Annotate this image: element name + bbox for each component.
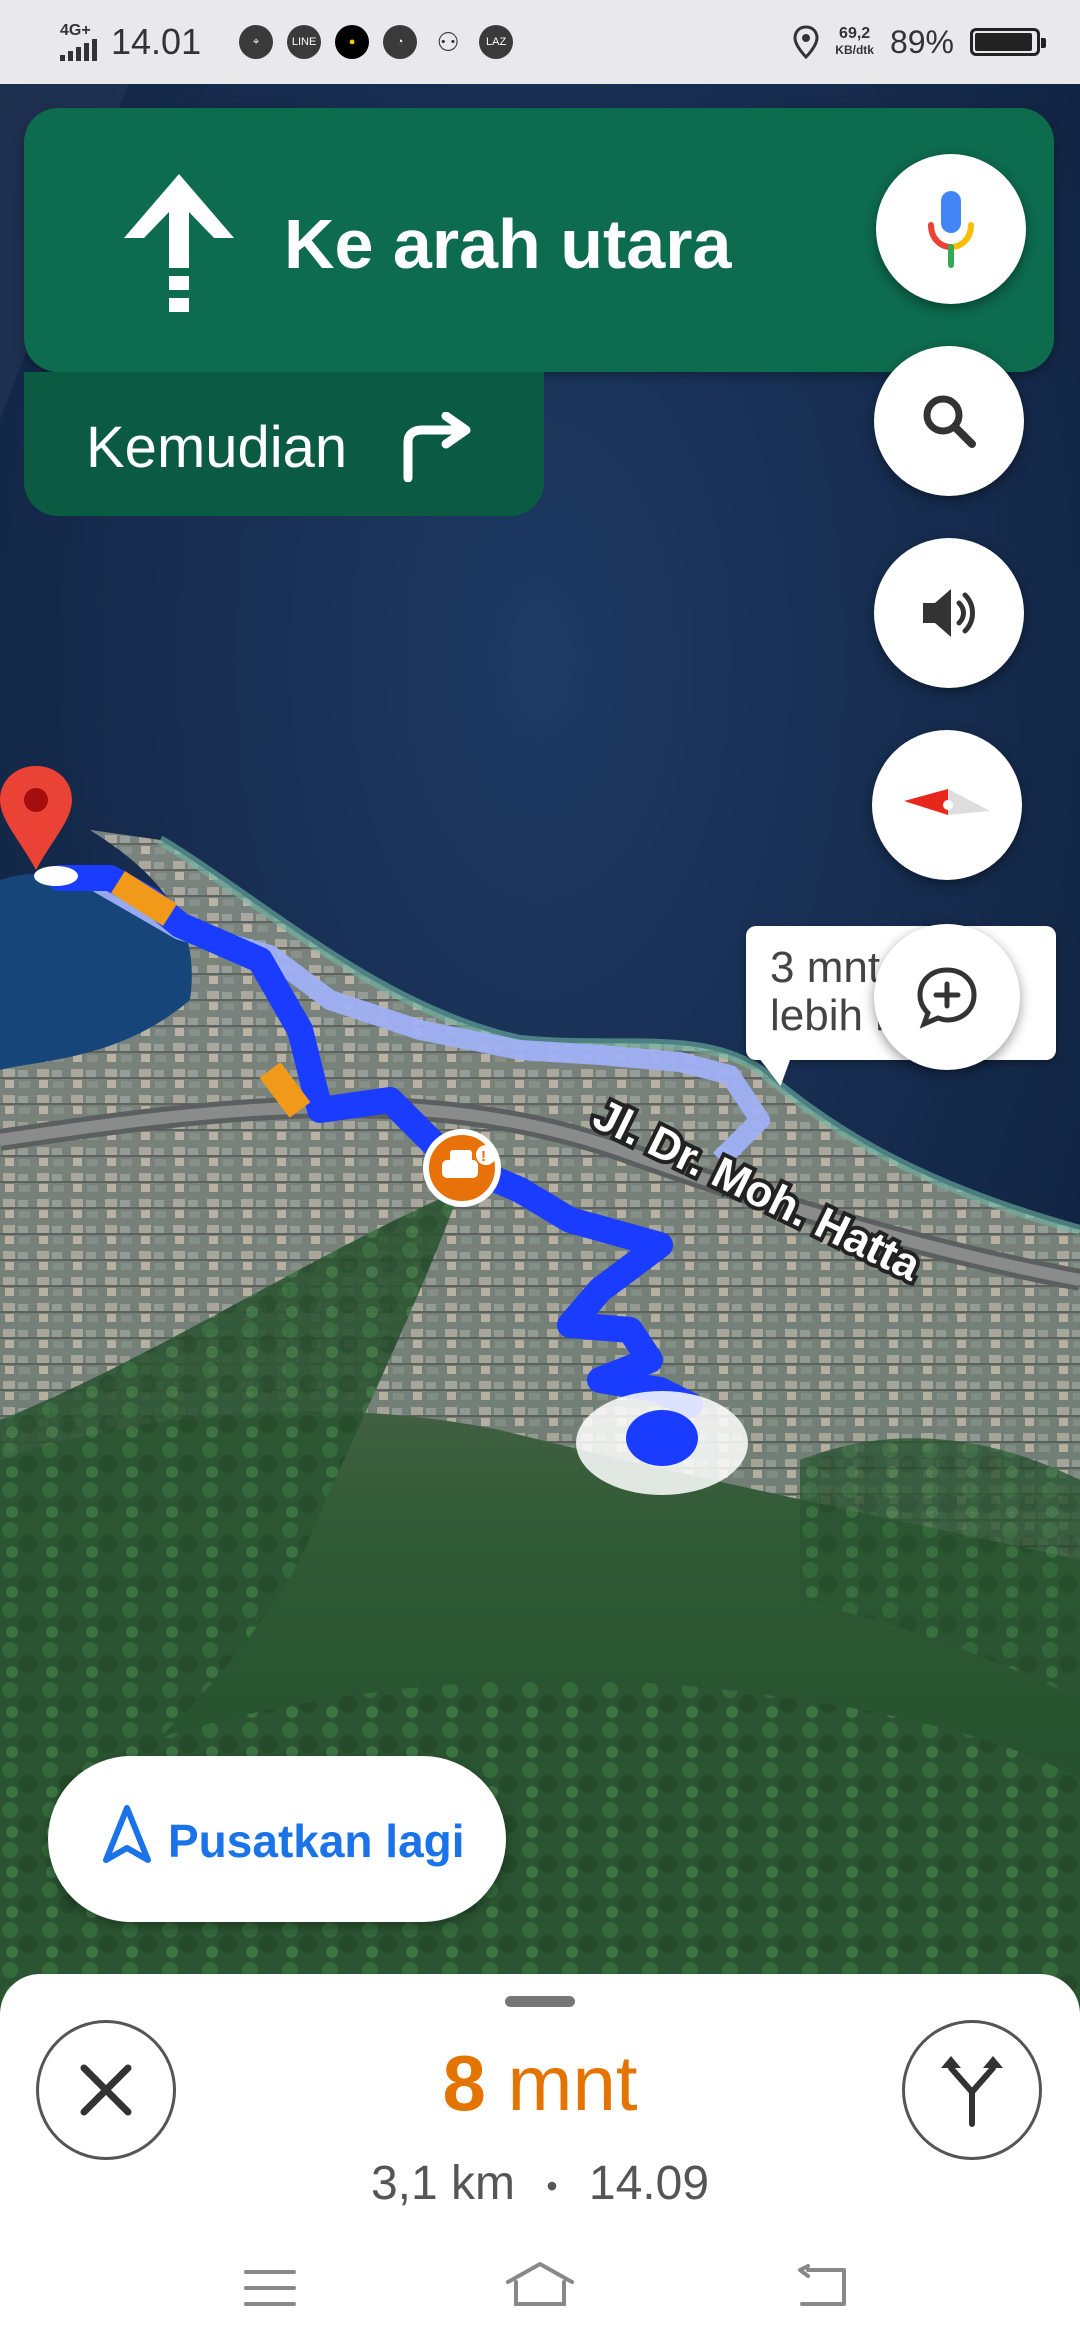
signal-indicator: 4G+ bbox=[60, 23, 97, 61]
search-button[interactable] bbox=[874, 346, 1024, 496]
alternate-routes-button[interactable] bbox=[902, 2020, 1042, 2160]
eta-unit: mnt bbox=[507, 2039, 638, 2127]
speaker-icon bbox=[923, 589, 975, 637]
location-pin-icon bbox=[793, 25, 819, 59]
recenter-label: Pusatkan lagi bbox=[168, 1815, 465, 1867]
navigation-arrow-icon bbox=[103, 1805, 151, 1863]
menu-icon[interactable] bbox=[244, 2268, 296, 2308]
home-icon[interactable] bbox=[504, 2260, 576, 2312]
battery-percent: 89% bbox=[889, 23, 954, 60]
back-icon[interactable] bbox=[794, 2264, 850, 2310]
system-navigation-bar bbox=[0, 2220, 1080, 2340]
svg-text:!: ! bbox=[481, 1148, 486, 1165]
turn-right-icon bbox=[403, 412, 471, 482]
instruction-text: Ke arah utara bbox=[284, 205, 732, 283]
eta-value: 8 bbox=[442, 2039, 486, 2127]
status-bar: 4G+ 14.01 ⌖ LINE ● ◔ ⚇ LAZ 69,2 KB/dtk 8… bbox=[0, 0, 1080, 84]
search-icon bbox=[923, 395, 976, 448]
speed-unit: KB/dtk bbox=[835, 43, 874, 57]
trip-distance: 3,1 km bbox=[370, 2157, 516, 2210]
line-app-icon: LINE bbox=[287, 25, 322, 59]
laz-app-icon: LAZ bbox=[479, 25, 514, 59]
network-type: 4G+ bbox=[60, 22, 91, 39]
person-add-icon: ⚇ bbox=[436, 26, 460, 57]
arrow-up-icon bbox=[124, 174, 234, 312]
next-step-banner[interactable]: Kemudian bbox=[24, 372, 544, 516]
then-label: Kemudian bbox=[86, 415, 348, 480]
recenter-button[interactable]: Pusatkan lagi bbox=[48, 1756, 506, 1922]
maps-app-icon: ⌖ bbox=[239, 25, 274, 59]
signal-bars-icon bbox=[60, 39, 97, 61]
speed-value: 69,2 bbox=[839, 25, 871, 42]
add-report-button[interactable] bbox=[874, 924, 1020, 1070]
traffic-incident-icon[interactable]: ! bbox=[423, 1129, 501, 1207]
route-fork-icon bbox=[941, 2056, 1003, 2127]
compass-button[interactable] bbox=[872, 730, 1022, 880]
gauge-app-icon: ◔ bbox=[383, 25, 418, 59]
drag-handle[interactable] bbox=[505, 1996, 575, 2007]
add-comment-icon bbox=[917, 967, 977, 1029]
sound-button[interactable] bbox=[874, 538, 1024, 688]
data-speed: 69,2 KB/dtk bbox=[835, 26, 874, 58]
battery-icon bbox=[970, 28, 1046, 56]
clock: 14.01 bbox=[111, 21, 202, 62]
separator-dot: • bbox=[546, 2167, 558, 2204]
voice-search-button[interactable] bbox=[876, 154, 1026, 304]
current-location-icon bbox=[576, 1391, 748, 1495]
compass-icon bbox=[904, 789, 990, 815]
arrival-time: 14.09 bbox=[588, 2157, 710, 2210]
circle-app-icon: ● bbox=[335, 25, 370, 59]
trip-meta: 3,1 km • 14.09 bbox=[0, 2156, 1080, 2211]
microphone-icon bbox=[928, 191, 974, 268]
